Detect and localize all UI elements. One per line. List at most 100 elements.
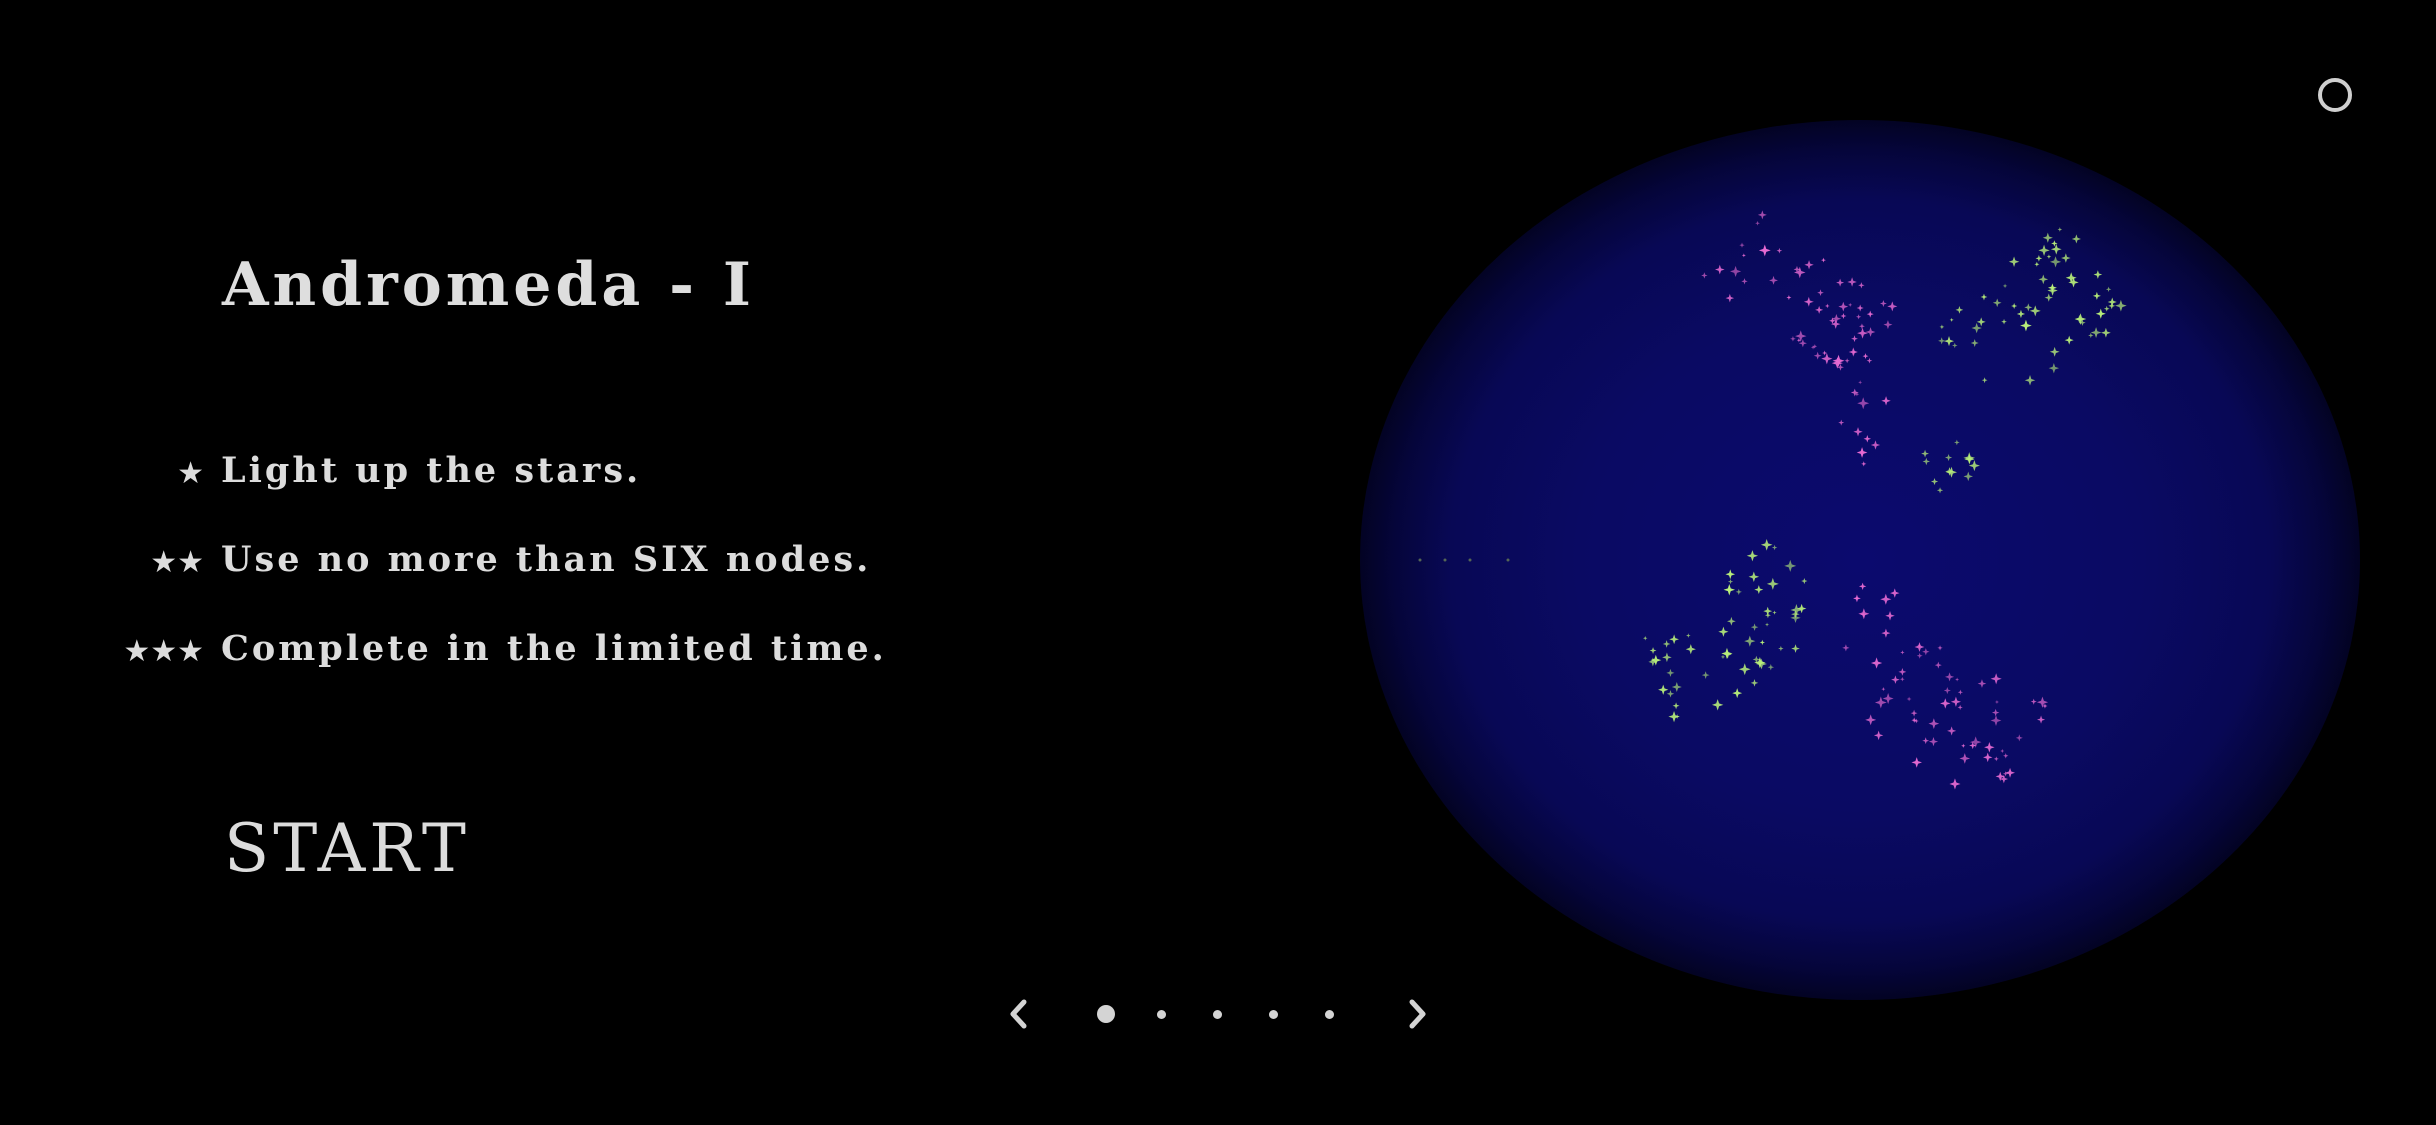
star-sparkle (1727, 616, 1736, 626)
star-sparkle (1940, 698, 1951, 709)
star-sparkle (1977, 679, 1987, 688)
star-sparkle (1856, 447, 1868, 458)
star-sparkle (1666, 668, 1675, 677)
star-sparkle (1881, 628, 1891, 638)
star-sparkle (2024, 375, 2036, 386)
page-dot-3[interactable] (1213, 1010, 1222, 1019)
star-sparkle (1921, 449, 1929, 458)
star-sparkle (1758, 244, 1771, 257)
star-sparkle (1739, 242, 1745, 248)
star-sparkle (1658, 684, 1669, 695)
star-sparkle (2090, 327, 2102, 338)
star-sparkle (1943, 336, 1955, 347)
star-sparkle (1858, 608, 1870, 620)
star-sparkle (1954, 439, 1960, 446)
star-sparkle (1769, 275, 1778, 285)
star-sparkle (1858, 380, 1863, 385)
star-sparkle (1817, 289, 1824, 297)
star-sparkle (1735, 588, 1742, 595)
objective-two-stars: ★★ Use no more than SIX nodes. (0, 539, 1000, 583)
one-star-rating-icon: ★ (177, 456, 204, 491)
star-sparkle (1964, 454, 1975, 465)
star-sparkle (2038, 274, 2049, 285)
star-sparkle (1950, 696, 1962, 707)
page-dot-2[interactable] (1157, 1010, 1166, 1019)
chevron-left-icon[interactable] (1004, 992, 1034, 1036)
star-sparkle (2042, 232, 2053, 243)
star-sparkle (2088, 332, 2094, 339)
star-sparkle (1945, 672, 1955, 682)
star-sparkle (1859, 323, 1865, 330)
star-sparkle (1725, 569, 1736, 580)
star-sparkle (2048, 362, 2060, 374)
star-sparkle (1994, 699, 1999, 705)
star-sparkle (1821, 257, 1826, 263)
star-sparkle (2044, 293, 2053, 302)
star-sparkle (1750, 623, 1759, 631)
star-sparkle (2016, 309, 2026, 319)
page-dot-1[interactable] (1097, 1005, 1115, 1023)
star-sparkle (2005, 767, 2015, 778)
star-sparkle (1701, 272, 1708, 279)
star-sparkle (1763, 606, 1773, 616)
menu-circle-icon[interactable] (2318, 78, 2352, 112)
star-sparkle (1930, 477, 1939, 486)
faint-star (1418, 558, 1422, 562)
star-sparkle (1873, 730, 1884, 741)
star-sparkle (1853, 427, 1863, 437)
star-sparkle (2105, 286, 2112, 293)
objective-three-stars: ★★★ Complete in the limited time. (0, 628, 1000, 672)
star-sparkle (1883, 320, 1893, 330)
faint-star (1443, 558, 1447, 562)
start-button[interactable]: START (224, 810, 470, 887)
star-sparkle (1981, 377, 1988, 384)
star-sparkle (1991, 708, 2000, 717)
star-sparkle (1662, 640, 1671, 648)
star-sparkle (2030, 698, 2037, 705)
objective-text: Use no more than SIX nodes. (221, 539, 872, 580)
star-sparkle (1937, 645, 1943, 651)
star-sparkle (1711, 699, 1724, 711)
star-sparkle (1885, 611, 1895, 621)
star-sparkle (2049, 346, 2060, 357)
star-sparkle (1755, 220, 1760, 226)
star-sparkle (1643, 635, 1648, 641)
star-sparkle (1865, 714, 1877, 726)
star-sparkle (1922, 648, 1930, 656)
star-sparkle (1662, 652, 1672, 663)
star-sparkle (1971, 322, 1982, 334)
star-sparkle (1838, 419, 1845, 426)
star-sparkle (1847, 277, 1857, 287)
star-sparkle (1968, 460, 1980, 472)
star-sparkle (1732, 688, 1743, 699)
star-sparkle (1856, 304, 1864, 312)
star-sparkle (2095, 308, 2106, 319)
star-sparkle (1866, 357, 1873, 364)
star-sparkle (1801, 577, 1808, 585)
star-sparkle (1668, 710, 1680, 723)
star-sparkle (1723, 584, 1736, 596)
star-sparkle (1870, 440, 1881, 450)
star-sparkle (1848, 302, 1853, 307)
star-sparkle (1765, 622, 1770, 627)
star-sparkle (1928, 718, 1940, 729)
star-sparkle (1870, 657, 1883, 669)
objective-one-star: ★ Light up the stars. (0, 450, 1000, 494)
page-dot-4[interactable] (1269, 1010, 1278, 1019)
star-sparkle (1922, 737, 1930, 745)
star-sparkle (1767, 663, 1775, 671)
star-sparkle (1840, 312, 1847, 319)
page-dot-5[interactable] (1325, 1010, 1334, 1019)
star-sparkle (1946, 466, 1958, 478)
star-sparkle (1934, 661, 1942, 669)
star-sparkle (1701, 671, 1710, 679)
star-sparkle (2050, 243, 2062, 255)
star-sparkle (1983, 752, 1993, 763)
star-sparkle (1850, 388, 1859, 397)
star-sparkle (1865, 327, 1876, 337)
star-sparkle (1741, 278, 1748, 285)
star-sparkle (1957, 704, 1963, 710)
star-sparkle (1825, 303, 1830, 309)
star-sparkle (1672, 702, 1680, 710)
star-sparkle (2036, 715, 2046, 724)
